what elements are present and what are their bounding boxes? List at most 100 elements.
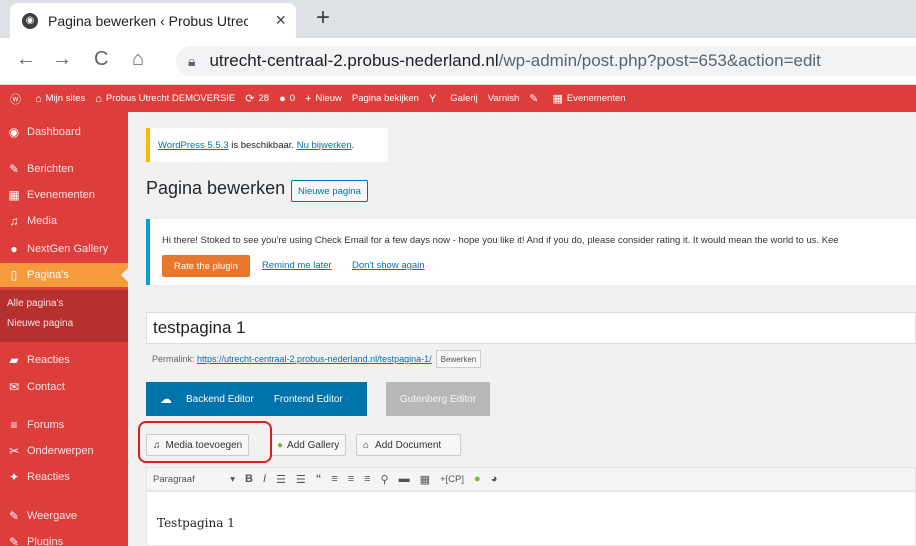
sidebar-item[interactable]: ▯ Pagina's <box>0 263 128 287</box>
sidebar-item[interactable]: ✂ Onderwerpen <box>0 439 128 463</box>
dont-show-link[interactable]: Don't show again <box>352 260 425 271</box>
adminbar-label: Probus Utrecht DEMOVERSIE <box>105 93 236 104</box>
document-icon: ⌂ <box>363 439 370 451</box>
sidebar-item[interactable]: ✎ Berichten <box>0 157 128 181</box>
editor-content: Testpagina 1 <box>157 516 235 530</box>
sidebar-icon: ▦ <box>8 188 20 202</box>
forward-icon[interactable]: → <box>52 48 72 71</box>
adminbar-item[interactable]: Galerij <box>450 93 477 104</box>
adminbar-item[interactable]: ● 0 <box>279 93 295 105</box>
highlight-annotation <box>138 421 272 463</box>
lock-icon: 🔒︎ <box>188 52 196 69</box>
wp-admin-bar: ⓦ ⌂ Mijn sites ⌂ Probus Utrecht DEMOVERSIE ⟳ 2… <box>0 85 916 112</box>
toolbar-toggle-icon[interactable]: ▦ <box>420 473 430 486</box>
quote-icon[interactable]: “ <box>316 473 322 485</box>
adminbar-item[interactable]: ⌂ Mijn sites <box>35 93 85 105</box>
add-gallery-button[interactable]: ● Add Gallery <box>270 434 347 456</box>
adminbar-item[interactable]: ✎ <box>529 92 542 105</box>
align-center-icon[interactable]: ≡ <box>348 473 354 485</box>
sidebar-icon: ● <box>10 242 18 256</box>
sidebar-icon: ♫ <box>9 214 19 228</box>
sidebar-item[interactable]: ✦ Reacties <box>0 465 128 489</box>
sidebar-item-label: Dashboard <box>27 126 81 138</box>
permalink-row: Permalink: https://utrecht-centraal-2.pr… <box>152 350 482 368</box>
numbered-list-icon[interactable]: ☰ <box>296 473 306 486</box>
link-icon[interactable]: ⚲ <box>381 473 389 486</box>
adminbar-item[interactable]: + Nieuw <box>305 93 342 105</box>
sidebar-icon: ✦ <box>8 470 20 484</box>
adminbar-item[interactable]: ▦ Evenementen <box>552 92 625 105</box>
align-left-icon[interactable]: ≡ <box>331 473 337 485</box>
sidebar-item[interactable]: ▰ Reacties <box>0 348 128 372</box>
gallery-insert-icon[interactable]: ● <box>474 473 481 485</box>
sidebar-icon: ✎ <box>8 162 20 176</box>
sidebar-item[interactable]: ✎ Weergave <box>0 504 128 528</box>
back-icon[interactable]: ← <box>16 48 36 71</box>
url-path: /wp-admin/post.php?post=653&action=edit <box>498 51 821 70</box>
chart-icon[interactable]: ◕ <box>491 473 498 485</box>
adminbar-item[interactable]: Pagina bekijken <box>352 93 419 104</box>
wp-version-link[interactable]: WordPress 5.5.3 <box>158 140 229 151</box>
adminbar-icon: ⌂ <box>35 92 42 105</box>
sidebar-item[interactable]: ✎ Plugins <box>0 530 128 546</box>
editor-toolbar: Paragraaf ▾ B I ☰ ☰ “ ≡ ≡ ≡ ⚲ ▬ ▦ +[CP] … <box>146 467 916 491</box>
post-title-input[interactable]: testpagina 1 <box>146 312 916 344</box>
browser-tab[interactable]: ◉ Pagina bewerken ‹ Probus Utrech × <box>10 3 296 38</box>
sidebar-item-label: Weergave <box>27 510 77 522</box>
permalink-label: Permalink: <box>152 354 198 364</box>
sidebar-item-label: Media <box>27 215 57 227</box>
adminbar-item[interactable]: Varnish <box>488 93 520 104</box>
italic-icon[interactable]: I <box>263 473 266 485</box>
permalink-url[interactable]: https://utrecht-centraal-2.probus-nederl… <box>197 354 432 364</box>
add-document-button[interactable]: ⌂ Add Document <box>356 434 461 456</box>
update-notice: WordPress 5.5.3 is beschikbaar. Nu bijwe… <box>146 128 388 162</box>
sidebar-icon: ◉ <box>8 125 20 139</box>
bullet-list-icon[interactable]: ☰ <box>276 473 286 486</box>
frontend-editor-button[interactable]: Frontend Editor <box>274 394 343 405</box>
align-right-icon[interactable]: ≡ <box>364 473 370 485</box>
editor-content-area[interactable]: Testpagina 1 <box>146 491 916 546</box>
adminbar-label: Nieuw <box>315 93 342 104</box>
adminbar-label: Evenementen <box>566 93 626 104</box>
submenu-all-pages[interactable]: Alle pagina's <box>7 298 63 309</box>
new-tab-icon[interactable]: + <box>316 4 330 32</box>
adminbar-label: Varnish <box>487 93 520 104</box>
reload-icon[interactable]: C <box>94 48 108 71</box>
url-host: utrecht-centraal-2.probus-nederland.nl <box>209 51 499 70</box>
home-icon[interactable]: ⌂ <box>132 48 144 71</box>
sidebar-item[interactable]: ≡ Forums <box>0 413 128 437</box>
bold-icon[interactable]: B <box>245 473 253 485</box>
adminbar-item[interactable]: ⌂ Probus Utrecht DEMOVERSIE <box>95 93 235 105</box>
adminbar-icon: + <box>305 92 312 105</box>
sidebar-item[interactable]: ● NextGen Gallery <box>0 237 128 261</box>
rate-plugin-button[interactable]: Rate the plugin <box>162 255 250 277</box>
sidebar-item[interactable]: ♫ Media <box>0 209 128 233</box>
adminbar-label: 0 <box>289 93 296 104</box>
sidebar-item[interactable]: ✉ Contact <box>0 375 128 399</box>
update-now-link[interactable]: Nu bijwerken <box>297 140 352 151</box>
adminbar-item[interactable]: ⓦ <box>10 91 25 107</box>
url-field[interactable]: 🔒︎ utrecht-centraal-2.probus-nederland.n… <box>176 46 916 76</box>
permalink-edit-button[interactable]: Bewerken <box>435 350 482 368</box>
builder-logo-icon: ☁ <box>160 392 172 406</box>
tab-close-icon[interactable]: × <box>275 10 286 31</box>
chrome-favicon-icon: ◉ <box>22 12 38 29</box>
adminbar-icon: Y <box>428 92 437 105</box>
backend-editor-button[interactable]: Backend Editor <box>186 394 254 405</box>
chevron-down-icon: ▾ <box>230 473 235 485</box>
page-builder-bar: ☁ Backend Editor Frontend Editor <box>146 382 367 416</box>
new-page-button[interactable]: Nieuwe pagina <box>291 180 368 202</box>
adminbar-item[interactable]: ⟳ 28 <box>245 92 269 105</box>
adminbar-item[interactable]: Y <box>429 93 440 105</box>
more-icon[interactable]: ▬ <box>399 473 410 485</box>
remind-later-link[interactable]: Remind me later <box>262 260 332 271</box>
sidebar-item[interactable]: ◉ Dashboard <box>0 120 128 144</box>
page-title: Pagina bewerken <box>146 178 286 198</box>
format-select[interactable]: Paragraaf ▾ <box>153 474 235 485</box>
sidebar-item-label: Onderwerpen <box>27 445 94 457</box>
sidebar-item[interactable]: ▦ Evenementen <box>0 183 128 207</box>
submenu-new-page[interactable]: Nieuwe pagina <box>7 318 73 329</box>
cp-shortcode-button[interactable]: +[CP] <box>440 474 464 485</box>
gutenberg-editor-button[interactable]: Gutenberg Editor <box>386 382 490 416</box>
format-select-value: Paragraaf <box>153 473 195 485</box>
